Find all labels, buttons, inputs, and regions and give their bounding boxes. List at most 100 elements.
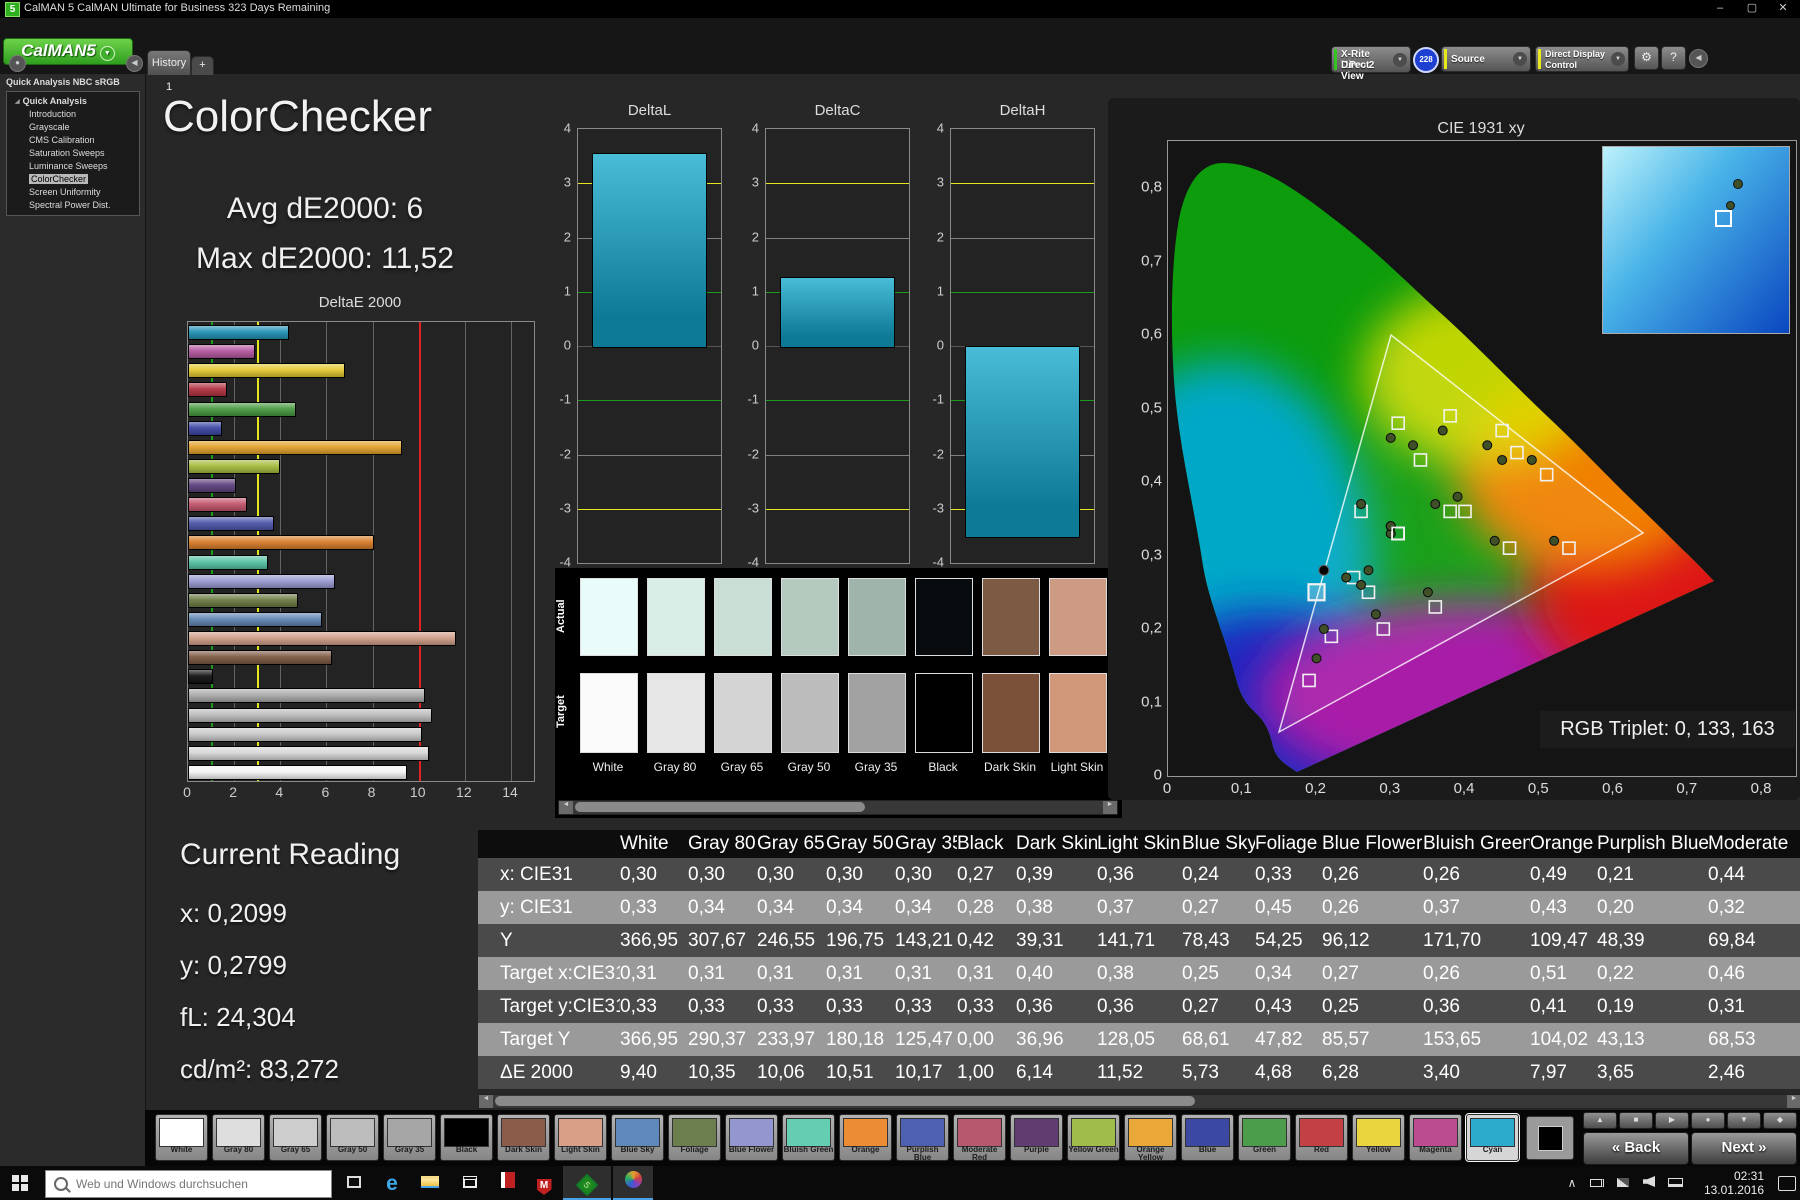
minimize-icon[interactable]: – (1705, 1, 1735, 16)
sidebar-item-introduction[interactable]: Introduction (7, 108, 139, 121)
row-label: y: CIE31 (478, 891, 620, 924)
patch-button-magenta[interactable]: Magenta (1409, 1114, 1462, 1161)
cell: 0,33 (620, 891, 688, 924)
patch-button-yellow-green[interactable]: Yellow Green (1067, 1114, 1120, 1161)
scroll-left-icon[interactable]: ◄ (479, 1095, 493, 1108)
sidebar-item-saturation-sweeps[interactable]: Saturation Sweeps (7, 147, 139, 160)
transport-button-1[interactable]: ■ (1619, 1112, 1653, 1129)
row-label: Target y:CIE31 (478, 990, 620, 1023)
logo-dropdown-icon[interactable]: ▼ (99, 46, 115, 61)
reader-app-icon[interactable] (495, 1171, 521, 1196)
file-explorer-icon[interactable] (417, 1171, 443, 1196)
patch-button-orange-yellow[interactable]: Orange Yellow (1124, 1114, 1177, 1162)
edge-browser-icon[interactable]: e (379, 1171, 405, 1196)
network-icon[interactable] (1612, 1166, 1634, 1200)
deltae-bar-yellow (188, 363, 345, 379)
cell: 0,43 (1255, 990, 1322, 1023)
patch-button-green[interactable]: Green (1238, 1114, 1291, 1161)
gear-icon[interactable]: ⚙ (1634, 46, 1659, 70)
swatch-scrollbar[interactable]: ◄ ► (558, 800, 1118, 815)
patch-button-blue[interactable]: Blue (1181, 1114, 1234, 1161)
sidebar-item-cms-calibration[interactable]: CMS Calibration (7, 134, 139, 147)
swatch-scrollbar-thumb[interactable] (575, 802, 865, 812)
add-tab-button[interactable]: + (191, 56, 214, 75)
maximize-icon[interactable]: ▢ (1737, 1, 1767, 16)
patch-button-gray-65[interactable]: Gray 65 (269, 1114, 322, 1161)
patch-button-blue-sky[interactable]: Blue Sky (611, 1114, 664, 1161)
sidebar-item-quick-analysis[interactable]: ◢ Quick Analysis (7, 95, 139, 108)
patch-button-gray-80[interactable]: Gray 80 (212, 1114, 265, 1161)
patch-color (729, 1118, 774, 1147)
meter-dropdown[interactable]: X-Rite i1Pro 2 Direct View ▼ (1331, 46, 1411, 82)
ytick--3: -3 (559, 500, 571, 516)
sidebar-item-luminance-sweeps[interactable]: Luminance Sweeps (7, 160, 139, 173)
collapse-right-panel-icon[interactable]: ◀ (1689, 49, 1708, 68)
sidebar-item-grayscale[interactable]: Grayscale (7, 121, 139, 134)
transport-button-0[interactable]: ▲ (1583, 1112, 1617, 1129)
sidebar-collapse-icon[interactable]: ◀ (126, 55, 143, 72)
patch-button-light-skin[interactable]: Light Skin (554, 1114, 607, 1161)
sidebar-item-spectral-power-dist-[interactable]: Spectral Power Dist. (7, 199, 139, 212)
patch-button-white[interactable]: White (155, 1114, 208, 1161)
patch-button-label: Black (455, 1145, 478, 1154)
taskbar-search[interactable] (45, 1170, 332, 1198)
scroll-left-icon[interactable]: ◄ (559, 801, 573, 814)
store-icon[interactable] (457, 1171, 483, 1196)
patch-button-blue-flower[interactable]: Blue Flower (725, 1114, 778, 1161)
patch-button-purplish-blue[interactable]: Purplish Blue (896, 1114, 949, 1162)
cie-xtick-2: 0,2 (1305, 780, 1326, 797)
patch-button-gray-50[interactable]: Gray 50 (326, 1114, 379, 1161)
patch-button-yellow[interactable]: Yellow (1352, 1114, 1405, 1161)
patch-button-foliage[interactable]: Foliage (668, 1114, 721, 1161)
cell: 0,26 (1423, 957, 1530, 990)
scroll-right-icon[interactable]: ► (1103, 801, 1117, 814)
next-button[interactable]: Next » (1691, 1132, 1797, 1165)
meter-count-badge[interactable]: 228 (1413, 47, 1439, 73)
calman-taskbar-item[interactable]: 5 (563, 1166, 611, 1200)
sidebar-item-screen-uniformity[interactable]: Screen Uniformity (7, 186, 139, 199)
table-scrollbar-thumb[interactable] (495, 1096, 1195, 1106)
cell: 2,46 (1708, 1056, 1800, 1089)
cell: 0,42 (957, 924, 1016, 957)
reading-cdm2: cd/m²: 83,272 (180, 1054, 339, 1084)
patch-button-bluish-green[interactable]: Bluish Green (782, 1114, 835, 1161)
source-dropdown[interactable]: Source ▼ (1441, 46, 1531, 72)
task-view-icon[interactable] (341, 1171, 367, 1196)
back-button[interactable]: « Back (1583, 1132, 1689, 1165)
paint-app-taskbar-item[interactable] (613, 1166, 653, 1200)
table-corner-cell (478, 830, 620, 858)
start-button[interactable] (12, 1175, 28, 1191)
display-control-dropdown[interactable]: Direct Display Control ▼ (1535, 46, 1629, 72)
cie-xtick-1: 0,1 (1230, 780, 1252, 797)
mcafee-shield-icon[interactable]: M (531, 1171, 557, 1196)
table-scrollbar[interactable]: ◄ ► (478, 1094, 1800, 1109)
patch-button-orange[interactable]: Orange (839, 1114, 892, 1161)
sidebar-options-button[interactable]: ● (9, 55, 26, 72)
cell: 104,02 (1530, 1023, 1597, 1056)
patch-button-gray-35[interactable]: Gray 35 (383, 1114, 436, 1161)
tab-history-1[interactable]: History 1 (147, 50, 191, 93)
transport-button-4[interactable]: ▼ (1727, 1112, 1761, 1129)
chevron-up-icon[interactable]: ∧ (1562, 1166, 1582, 1200)
volume-icon[interactable] (1638, 1166, 1660, 1200)
sidebar-item-colorchecker[interactable]: ColorChecker (7, 173, 139, 186)
patch-button-cyan[interactable]: Cyan (1465, 1113, 1520, 1162)
scroll-right-icon[interactable]: ► (1787, 1095, 1800, 1108)
taskbar-clock[interactable]: 02:31 13.01.2016 (1704, 1169, 1764, 1197)
notifications-icon[interactable] (1778, 1176, 1796, 1191)
help-icon[interactable]: ? (1661, 46, 1686, 70)
transport-button-2[interactable]: ▶ (1655, 1112, 1689, 1129)
patch-button-dark-skin[interactable]: Dark Skin (497, 1114, 550, 1161)
search-input[interactable] (74, 1176, 298, 1192)
cell: 0,31 (957, 957, 1016, 990)
patch-button-purple[interactable]: Purple (1010, 1114, 1063, 1161)
close-icon[interactable]: ✕ (1768, 1, 1798, 16)
battery-icon[interactable] (1586, 1166, 1608, 1200)
patch-button-moderate-red[interactable]: Moderate Red (953, 1114, 1006, 1162)
patch-button-red[interactable]: Red (1295, 1114, 1348, 1161)
patch-button-black[interactable]: Black (440, 1114, 493, 1161)
transport-button-5[interactable]: ◆ (1763, 1112, 1797, 1129)
keyboard-icon[interactable] (1664, 1166, 1686, 1200)
transport-button-3[interactable]: ● (1691, 1112, 1725, 1129)
cie-actual-gray-35 (1385, 521, 1396, 532)
